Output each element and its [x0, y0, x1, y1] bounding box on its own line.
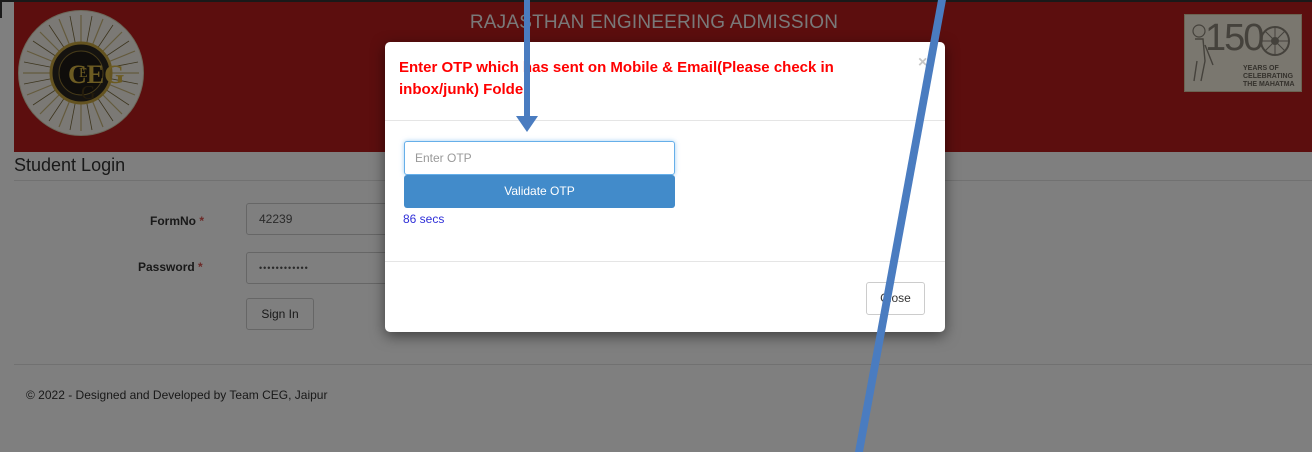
annotation-arrows: [516, 0, 946, 452]
arrow-to-close-button-icon: [855, 0, 946, 452]
arrow-to-otp-input-icon: [516, 0, 538, 132]
